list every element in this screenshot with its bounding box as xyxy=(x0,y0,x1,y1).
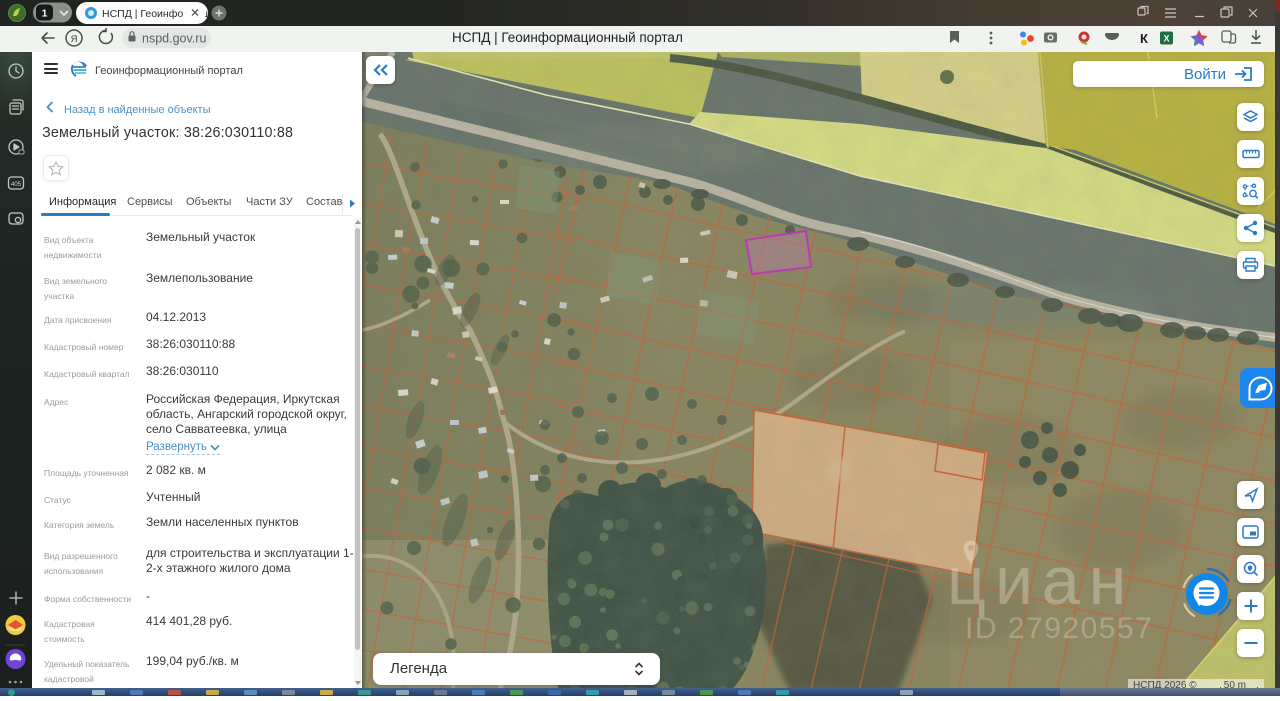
svg-text:X: X xyxy=(1163,34,1169,44)
svg-text:К: К xyxy=(1140,31,1148,46)
svg-text:Я: Я xyxy=(71,34,78,45)
svg-text:nspd.gov.ru: nspd.gov.ru xyxy=(142,32,206,46)
svg-text:405: 405 xyxy=(11,181,22,188)
svg-text:1: 1 xyxy=(42,8,48,20)
